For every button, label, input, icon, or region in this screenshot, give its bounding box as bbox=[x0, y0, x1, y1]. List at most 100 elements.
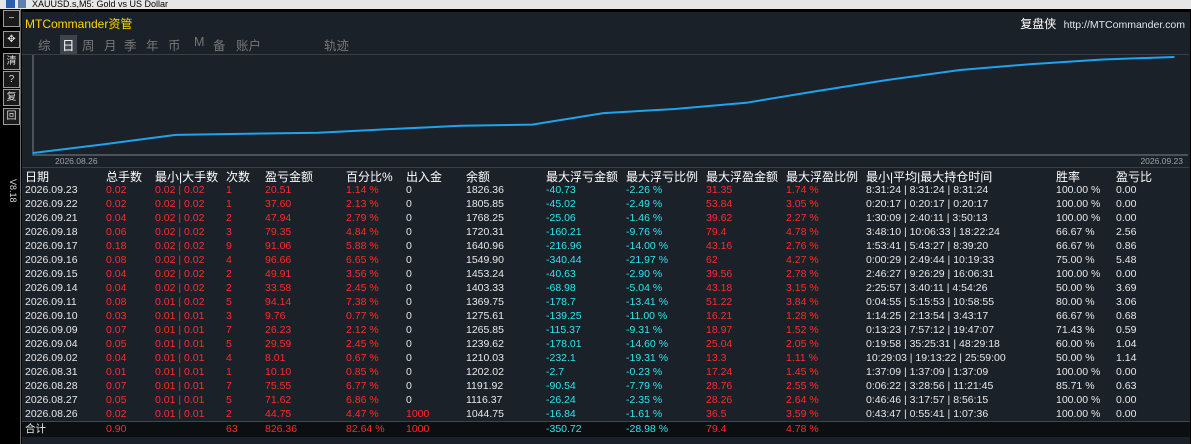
table-row[interactable]: 2026.09.15 0.04 0.02 | 0.02 2 49.91 3.56 % 0 14… bbox=[22, 267, 1190, 281]
table-cell: 2.55 % bbox=[786, 380, 819, 392]
table-cell: 2.27 % bbox=[786, 212, 819, 224]
table-cell: 0 bbox=[406, 268, 412, 280]
table-row[interactable]: 2026.09.21 0.04 0.02 | 0.02 2 47.94 2.79 % 0 17… bbox=[22, 211, 1190, 225]
site-link[interactable]: http://MTCommander.com bbox=[1064, 19, 1185, 31]
tab-2[interactable]: 周 bbox=[82, 35, 95, 54]
move-button[interactable]: ✥ bbox=[3, 31, 20, 48]
table-cell: 0.07 bbox=[106, 380, 127, 392]
total-cell: -28.98 % bbox=[626, 423, 669, 435]
table-cell: 100.00 % bbox=[1056, 408, 1101, 420]
tab-3[interactable]: 月 bbox=[104, 35, 117, 54]
table-cell: 2.64 % bbox=[786, 394, 819, 406]
table-cell: -232.1 bbox=[546, 352, 576, 364]
table-cell: 0.67 % bbox=[346, 352, 379, 364]
table-cell: 1265.85 bbox=[466, 324, 504, 336]
tab-6[interactable]: 币 bbox=[168, 35, 181, 54]
mtcommander-panel: MTCommander资管 复盘侠 http://MTCommander.com… bbox=[22, 12, 1190, 444]
table-cell: 1826.36 bbox=[466, 184, 504, 196]
total-cell: -350.72 bbox=[546, 423, 582, 435]
table-cell: 0.00 bbox=[1116, 366, 1137, 378]
table-cell: 0.02 | 0.02 bbox=[155, 240, 205, 252]
table-row[interactable]: 2026.09.14 0.04 0.02 | 0.02 2 33.58 2.45 % 0 14… bbox=[22, 281, 1190, 295]
table-cell: 1720.31 bbox=[466, 226, 504, 238]
tab-4[interactable]: 季 bbox=[124, 35, 137, 54]
back-button[interactable]: 回 bbox=[3, 108, 20, 125]
table-row[interactable]: 2026.08.27 0.05 0.01 | 0.01 5 71.62 6.86 % 0 11… bbox=[22, 393, 1190, 407]
table-cell: 0.05 bbox=[106, 338, 127, 350]
table-cell: 0 bbox=[406, 324, 412, 336]
tab-8[interactable]: 备 bbox=[213, 35, 226, 54]
tab-7[interactable]: M bbox=[194, 35, 204, 49]
table-cell: 16.21 bbox=[706, 310, 733, 322]
table-cell: 2026.09.10 bbox=[25, 310, 78, 322]
total-cell: 合计 bbox=[25, 423, 46, 435]
table-cell: 33.58 bbox=[265, 282, 292, 294]
panel-divider bbox=[20, 9, 21, 444]
table-cell: -21.97 % bbox=[626, 254, 669, 266]
total-cell: 82.64 % bbox=[346, 423, 385, 435]
table-row[interactable]: 2026.09.18 0.06 0.02 | 0.02 3 79.35 4.84 % 0 17… bbox=[22, 225, 1190, 239]
table-cell: 0 bbox=[406, 366, 412, 378]
table-row[interactable]: 2026.09.23 0.02 0.02 | 0.02 1 20.51 1.14 % 0 18… bbox=[22, 183, 1190, 197]
table-cell: -9.31 % bbox=[626, 324, 663, 336]
table-cell: 0.07 bbox=[106, 324, 127, 336]
table-cell: 85.71 % bbox=[1056, 380, 1095, 392]
table-cell: 7 bbox=[226, 380, 232, 392]
table-cell: 0:04:55 | 5:15:53 | 10:58:55 bbox=[866, 296, 995, 308]
tab-0[interactable]: 综 bbox=[38, 35, 51, 54]
table-cell: 1.74 % bbox=[786, 184, 819, 196]
table-cell: 2.79 % bbox=[346, 212, 379, 224]
table-row[interactable]: 2026.08.28 0.07 0.01 | 0.01 7 75.55 6.77 % 0 11… bbox=[22, 379, 1190, 393]
table-cell: 1275.61 bbox=[466, 310, 504, 322]
table-cell: 3.05 % bbox=[786, 198, 819, 210]
equity-point bbox=[174, 134, 177, 136]
table-cell: 100.00 % bbox=[1056, 212, 1101, 224]
table-cell: 39.56 bbox=[706, 268, 733, 280]
window-title: XAUUSD.s,M5: Gold vs US Dollar bbox=[32, 0, 169, 9]
replay-button[interactable]: 复 bbox=[3, 89, 20, 106]
tab-5[interactable]: 年 bbox=[146, 35, 159, 54]
table-row[interactable]: 2026.09.22 0.02 0.02 | 0.02 1 37.60 2.13 % 0 18… bbox=[22, 197, 1190, 211]
help-button[interactable]: ? bbox=[3, 71, 20, 88]
table-cell: 100.00 % bbox=[1056, 394, 1101, 406]
minimize-button[interactable]: − bbox=[3, 10, 20, 27]
table-cell: 0 bbox=[406, 212, 412, 224]
table-row[interactable]: 2026.08.26 0.02 0.01 | 0.01 2 44.75 4.47 % 100… bbox=[22, 407, 1190, 421]
tab-1[interactable]: 日 bbox=[60, 35, 77, 54]
table-cell: -13.41 % bbox=[626, 296, 669, 308]
table-cell: 91.06 bbox=[265, 240, 292, 252]
table-row[interactable]: 2026.09.04 0.05 0.01 | 0.01 5 29.59 2.45 % 0 12… bbox=[22, 337, 1190, 351]
table-cell: 44.75 bbox=[265, 408, 292, 420]
table-cell: 5.88 % bbox=[346, 240, 379, 252]
table-row[interactable]: 2026.08.31 0.01 0.01 | 0.01 1 10.10 0.85 % 0 12… bbox=[22, 365, 1190, 379]
table-cell: 3.69 bbox=[1116, 282, 1137, 294]
table-row[interactable]: 2026.09.10 0.03 0.01 | 0.01 3 9.76 0.77 % 0 127… bbox=[22, 309, 1190, 323]
tab-9[interactable]: 账户 bbox=[236, 35, 261, 54]
table-cell: 10.10 bbox=[265, 366, 292, 378]
table-cell: 43.18 bbox=[706, 282, 733, 294]
table-cell: 3.59 % bbox=[786, 408, 819, 420]
table-cell: -11.00 % bbox=[626, 310, 668, 322]
table-cell: 2026.09.09 bbox=[25, 324, 78, 336]
table-cell: 0.85 % bbox=[346, 366, 379, 378]
table-row[interactable]: 2026.09.02 0.04 0.01 | 0.01 4 8.01 0.67 % 0 121… bbox=[22, 351, 1190, 365]
clear-button[interactable]: 清 bbox=[3, 53, 20, 70]
tab-10[interactable]: 轨迹 bbox=[324, 35, 349, 54]
table-cell: 2026.09.04 bbox=[25, 338, 78, 350]
table-row[interactable]: 2026.09.17 0.18 0.02 | 0.02 9 91.06 5.88 % 0 16… bbox=[22, 239, 1190, 253]
equity-point bbox=[531, 123, 533, 126]
table-cell: 1768.25 bbox=[466, 212, 504, 224]
table-row[interactable]: 2026.09.16 0.08 0.02 | 0.02 4 96.66 6.65 % 0 15… bbox=[22, 253, 1190, 267]
table-row[interactable]: 2026.09.11 0.08 0.01 | 0.02 5 94.14 7.38 % 0 13… bbox=[22, 295, 1190, 309]
table-cell: 0.04 bbox=[106, 352, 127, 364]
table-row[interactable]: 2026.09.09 0.07 0.01 | 0.01 7 26.23 2.12 % 0 12… bbox=[22, 323, 1190, 337]
table-cell: 5 bbox=[226, 394, 232, 406]
table-cell: 1202.02 bbox=[466, 366, 504, 378]
table-cell: 1369.75 bbox=[466, 296, 504, 308]
total-cell: 4.78 % bbox=[786, 423, 819, 435]
table-cell: 8.01 bbox=[265, 352, 286, 364]
table-cell: -19.31 % bbox=[626, 352, 669, 364]
table-cell: 3.56 % bbox=[346, 268, 379, 280]
table-cell: 2.45 % bbox=[346, 282, 379, 294]
table-cell: 0.00 bbox=[1116, 268, 1137, 280]
